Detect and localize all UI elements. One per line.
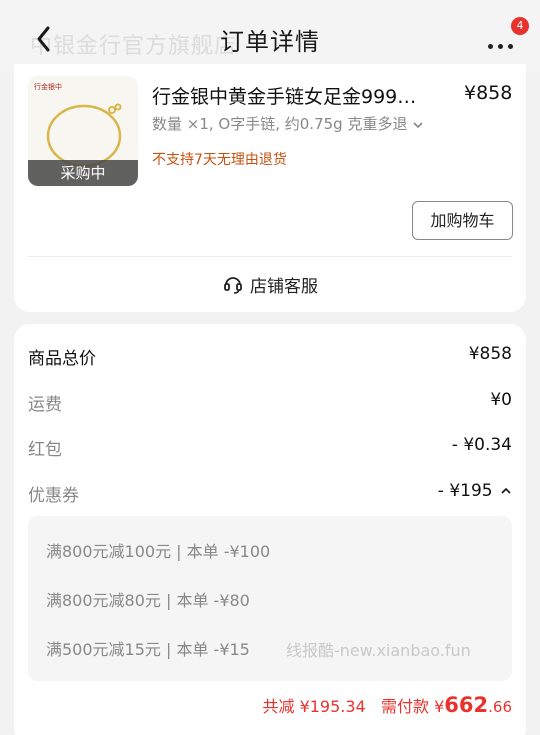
row-label: 商品总价 (28, 349, 96, 369)
row-value: ¥0 (490, 390, 512, 410)
product-price: ¥858 (464, 82, 513, 104)
product-spec[interactable]: 数量 ×1, O字手链, 约0.75g 克重多退 (152, 113, 444, 134)
product-name[interactable]: 行金银中黄金手链女足金999… (152, 82, 437, 109)
discount-label: 共减 (262, 697, 295, 716)
watermark: 线报酷-new.xianbao.fun (286, 641, 471, 660)
row-coupon[interactable]: 优惠券 - ¥195 (28, 481, 512, 511)
headset-icon (224, 277, 242, 294)
purchasing-status-tag: 采购中 (28, 160, 138, 186)
coupon-item: 满800元减100元 | 本单 -¥100 (46, 542, 271, 561)
page-title: 订单详情 (220, 28, 320, 56)
divider (28, 256, 512, 257)
store-service-label: 店铺客服 (250, 276, 318, 297)
row-value: - ¥0.34 (451, 435, 512, 455)
top-navbar: 中银金行官方旗舰店 订单详情 4 (0, 0, 540, 72)
row-value: - ¥195 (438, 481, 512, 501)
pay-amount-int: 662 (444, 693, 489, 717)
coupon-total: - ¥195 (437, 481, 493, 501)
discount-value: ¥195.34 (299, 697, 366, 716)
pay-label: 需付款 (381, 697, 430, 716)
coupon-item: 满500元减15元 | 本单 -¥15 (46, 640, 250, 659)
price-detail-card: 商品总价 ¥858 运费 ¥0 红包 - ¥0.34 优惠券 - ¥195 满8… (14, 324, 526, 735)
product-thumbnail[interactable]: 行金银中 采购中 (28, 76, 138, 186)
add-to-cart-button[interactable]: 加购物车 (412, 201, 513, 240)
product-card: 行金银中 采购中 行金银中黄金手链女足金999… ¥858 数量 ×1, O字手… (14, 64, 526, 312)
row-label: 优惠券 (28, 486, 79, 506)
return-policy-note: 不支持7天无理由退货 (152, 152, 287, 168)
pay-amount-dec: .66 (488, 698, 512, 716)
product-spec-text: 数量 ×1, O字手链, 约0.75g 克重多退 (152, 115, 408, 133)
pay-currency: ¥ (434, 697, 445, 716)
store-service-button[interactable]: 店铺客服 (14, 270, 526, 298)
chevron-down-icon (413, 121, 423, 128)
payment-summary: 共减 ¥195.34 需付款 ¥662.66 (262, 693, 512, 717)
chevron-up-icon[interactable] (500, 486, 512, 496)
row-shipping: 运费 ¥0 (28, 390, 512, 420)
more-dots-icon (488, 34, 518, 53)
row-value: ¥858 (468, 344, 512, 364)
notification-badge: 4 (511, 17, 529, 35)
row-subtotal: 商品总价 ¥858 (28, 344, 512, 374)
row-red-packet: 红包 - ¥0.34 (28, 435, 512, 465)
coupon-item: 满800元减80元 | 本单 -¥80 (46, 591, 250, 610)
row-label: 红包 (28, 440, 62, 460)
row-label: 运费 (28, 395, 62, 415)
